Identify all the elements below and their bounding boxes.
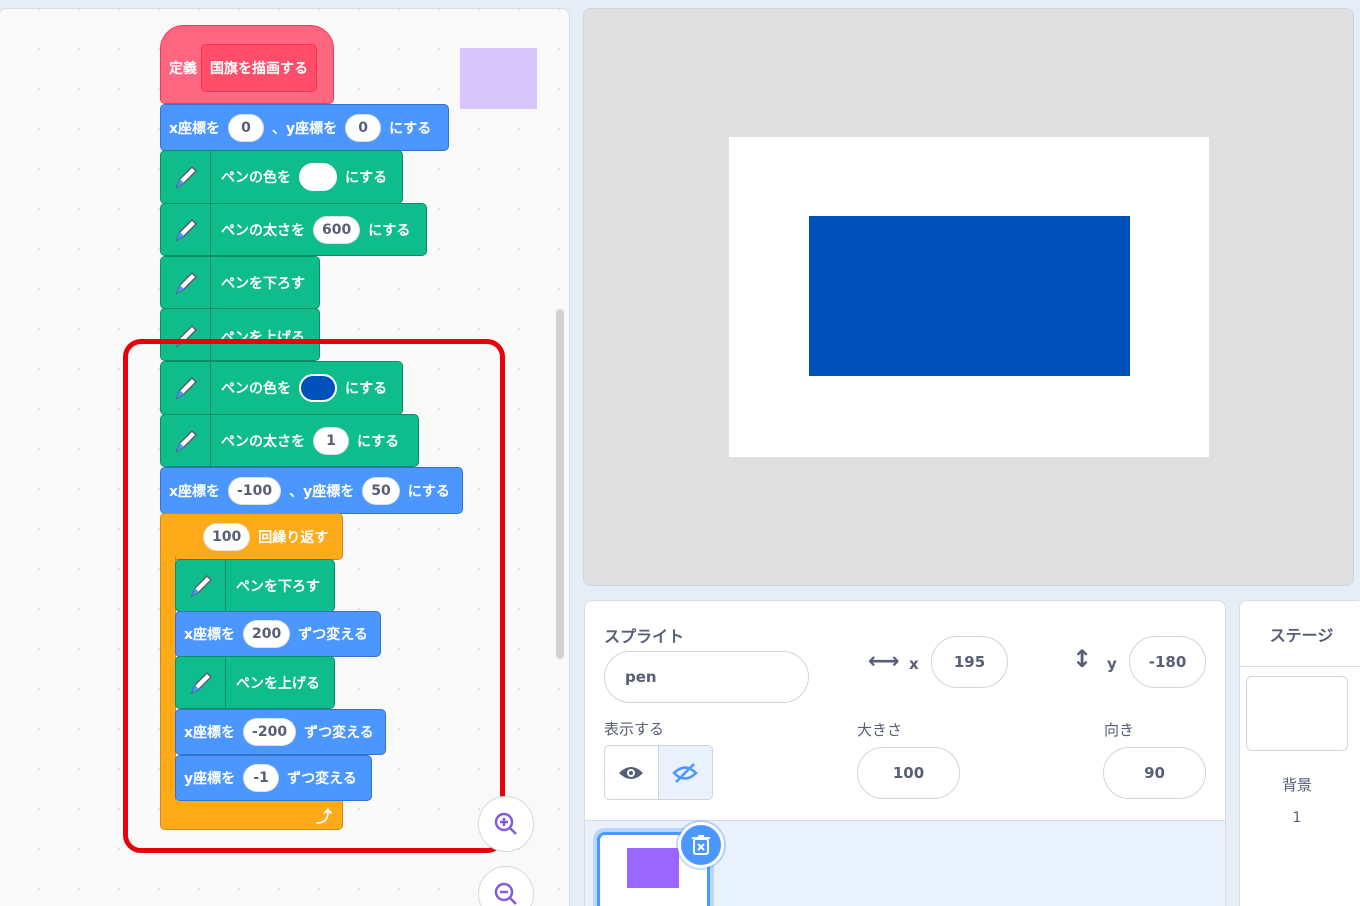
zoom-in-icon <box>494 812 517 835</box>
show-button[interactable] <box>605 746 659 799</box>
eye-icon <box>619 766 644 779</box>
direction-value: 90 <box>1144 764 1165 782</box>
pen-size-end-label: にする <box>368 222 411 239</box>
drawn-blue-rectangle <box>809 216 1130 376</box>
y-position-input[interactable]: -180 <box>1129 636 1206 688</box>
pen-color-swatch[interactable] <box>299 163 337 191</box>
sprite-title: スプライト <box>604 627 685 646</box>
pen-color-label: ペンの色を <box>221 170 291 186</box>
sprite-info-panel: スプライト pen ⟷ x 195 ↕ y -180 表示する 大きさ 100 … <box>584 600 1226 820</box>
trash-icon <box>692 835 710 855</box>
backdrop-label: 背景 <box>1281 776 1312 794</box>
show-label: 表示する <box>604 720 665 738</box>
backdrop-count: 1 <box>1292 810 1302 826</box>
stage-canvas[interactable] <box>729 137 1209 457</box>
pen-icon <box>161 204 211 255</box>
stage-title-text: ステージ <box>1269 625 1334 645</box>
zoom-out-icon <box>494 882 517 905</box>
size-input[interactable]: 100 <box>857 747 960 799</box>
custom-block-name: 国旗を描画する <box>210 60 308 77</box>
x-position-value: 195 <box>953 653 986 671</box>
sprite-costume-preview <box>627 848 679 888</box>
pen-size-input[interactable]: 600 <box>313 215 361 244</box>
show-toggle-group <box>604 745 713 800</box>
pen-size-label: ペンの太さを <box>221 222 305 239</box>
set-pen-size-block[interactable]: ペンの太さを 600 にする <box>160 203 427 256</box>
hide-button[interactable] <box>658 746 712 799</box>
x-input[interactable]: 0 <box>228 113 265 142</box>
highlight-annotation <box>123 339 505 853</box>
delete-sprite-button[interactable] <box>678 822 724 868</box>
zoom-in-button[interactable] <box>478 796 534 852</box>
pen-icon <box>161 151 211 203</box>
goto-xy-block[interactable]: x座標を 0 、y座標を 0 にする <box>160 104 449 151</box>
stage-thumbnail[interactable] <box>1246 676 1348 751</box>
comment-note[interactable] <box>460 48 537 109</box>
y-position-value: -180 <box>1148 653 1187 671</box>
stage-selector-panel[interactable]: ステージ 背景 1 <box>1239 600 1360 906</box>
define-label: 定義 <box>169 60 197 77</box>
goto-end-label: にする <box>389 120 432 137</box>
y-input[interactable]: 0 <box>345 113 382 142</box>
x-label: x <box>909 655 919 673</box>
direction-input[interactable]: 90 <box>1103 747 1206 799</box>
direction-label: 向き <box>1104 721 1135 739</box>
custom-block-prototype[interactable]: 国旗を描画する <box>201 43 317 92</box>
size-value: 100 <box>892 764 925 782</box>
pen-down-block[interactable]: ペンを下ろす <box>160 256 320 309</box>
pen-icon <box>161 257 211 308</box>
stage-area[interactable] <box>583 8 1354 586</box>
pen-color-end-label: にする <box>345 170 388 186</box>
sprite-name-value: pen <box>625 668 657 686</box>
eye-slash-icon <box>672 762 699 783</box>
x-position-input[interactable]: 195 <box>931 636 1008 688</box>
pen-down-label: ペンを下ろす <box>221 275 305 292</box>
set-pen-color-block[interactable]: ペンの色を にする <box>160 150 403 204</box>
x-arrows-icon: ⟷ <box>868 649 900 674</box>
stage-panel-title: ステージ <box>1240 601 1360 667</box>
sprite-name-input[interactable]: pen <box>604 651 809 703</box>
size-label: 大きさ <box>857 721 903 739</box>
goto-y-label: 、y座標を <box>272 120 338 137</box>
define-block[interactable]: 定義 国旗を描画する <box>160 25 334 104</box>
goto-x-label: x座標を <box>169 120 221 137</box>
y-label: y <box>1107 655 1117 673</box>
y-arrows-icon: ↕ <box>1072 645 1093 673</box>
code-scrollbar[interactable] <box>556 309 564 659</box>
